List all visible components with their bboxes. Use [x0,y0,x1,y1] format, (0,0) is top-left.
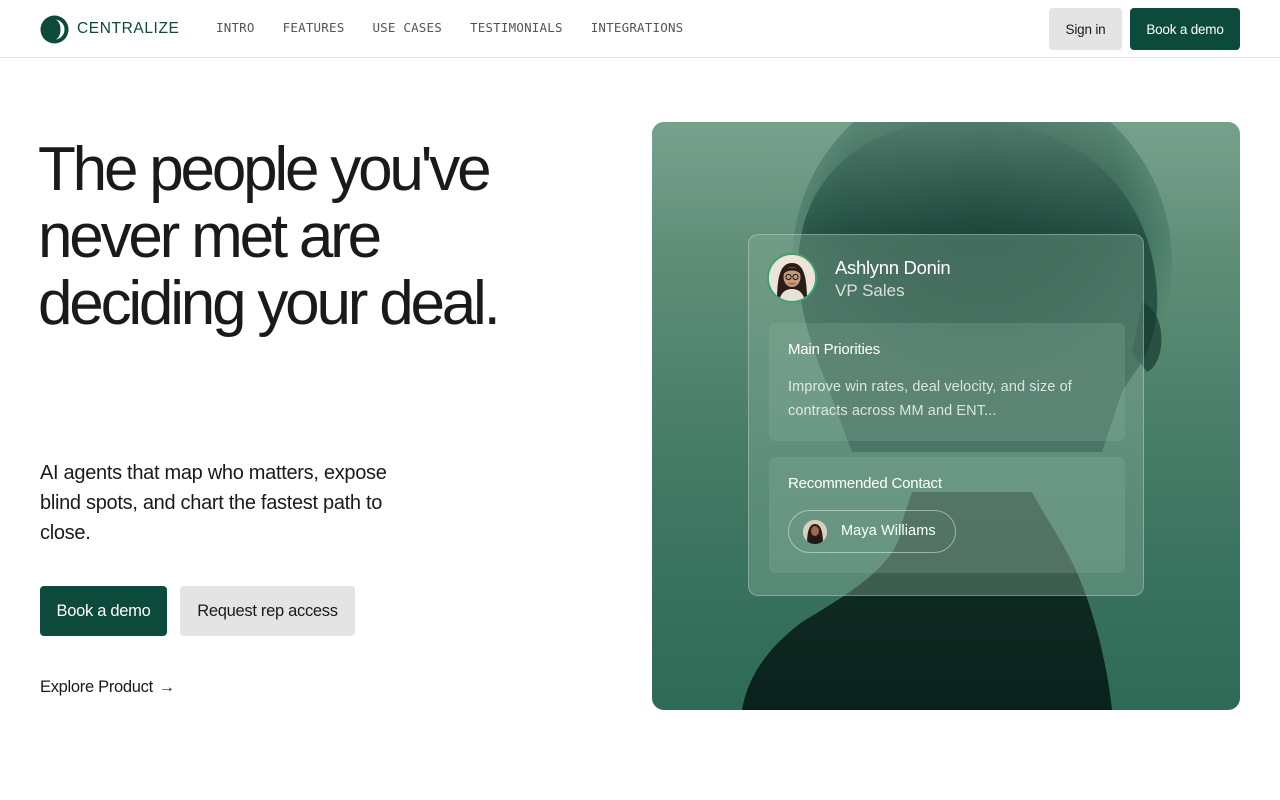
site-header: CENTRALIZE INTRO FEATURES USE CASES TEST… [0,0,1280,58]
nav-item-testimonials[interactable]: TESTIMONIALS [470,20,563,35]
hero-book-demo-button[interactable]: Book a demo [40,586,167,636]
hero-headline: The people you've never met are deciding… [38,136,598,337]
header-book-demo-button[interactable]: Book a demo [1130,8,1240,50]
priorities-title: Main Priorities [788,341,881,358]
sign-in-button[interactable]: Sign in [1049,8,1122,50]
person-avatar-icon [769,255,815,301]
profile-name: Ashlynn Donin [835,257,951,278]
profile-role: VP Sales [835,281,905,300]
priorities-text: Improve win rates, deal velocity, and si… [788,379,1072,419]
explore-product-link[interactable]: Explore Product → [40,678,175,697]
brand-logo[interactable]: CENTRALIZE [40,14,179,44]
recommended-contact-chip[interactable]: Maya Williams [788,510,956,553]
contact-avatar [803,520,827,544]
logo-mark-icon [40,15,69,44]
headline-line-3: deciding your deal. [38,269,501,338]
main-nav: INTRO FEATURES USE CASES TESTIMONIALS IN… [216,20,683,35]
hero-subtext: AI agents that map who matters, expose b… [40,462,387,544]
priorities-panel: Main Priorities Improve win rates, deal … [769,323,1125,441]
recommended-contact-panel: Recommended Contact Maya Williams [769,457,1125,573]
profile-avatar [767,253,817,303]
arrow-right-icon: → [158,678,175,696]
headline-line-2: never met are [38,202,382,271]
nav-item-integrations[interactable]: INTEGRATIONS [591,20,684,35]
nav-item-features[interactable]: FEATURES [283,20,345,35]
profile-card: Ashlynn Donin VP Sales Main Priorities I… [748,234,1144,596]
explore-product-label: Explore Product [40,678,153,696]
recommended-contact-name: Maya Williams [841,523,936,539]
nav-item-intro[interactable]: INTRO [216,20,255,35]
brand-name: CENTRALIZE [77,20,180,37]
recommended-contact-title: Recommended Contact [788,475,942,492]
request-rep-access-button[interactable]: Request rep access [180,586,355,636]
person-avatar-icon [803,520,827,544]
nav-item-use-cases[interactable]: USE CASES [372,20,442,35]
headline-line-1: The people you've [38,135,492,204]
